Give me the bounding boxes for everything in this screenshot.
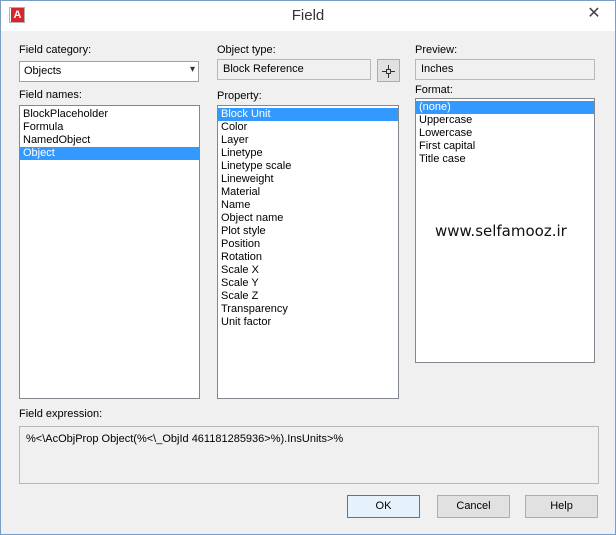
list-item[interactable]: NamedObject: [20, 134, 199, 147]
list-item[interactable]: BlockPlaceholder: [20, 108, 199, 121]
list-item[interactable]: Object name: [218, 212, 398, 225]
list-item[interactable]: (none): [416, 101, 594, 114]
list-item[interactable]: Formula: [20, 121, 199, 134]
preview-label: Preview:: [415, 44, 458, 56]
list-item[interactable]: Transparency: [218, 303, 398, 316]
list-item[interactable]: Color: [218, 121, 398, 134]
field-expression-box[interactable]: %<\AcObjProp Object(%<\_ObjId 4611812859…: [19, 426, 599, 484]
list-item[interactable]: Scale X: [218, 264, 398, 277]
list-item[interactable]: Rotation: [218, 251, 398, 264]
format-label: Format:: [415, 84, 453, 96]
list-item[interactable]: Scale Z: [218, 290, 398, 303]
chevron-down-icon: ▾: [189, 64, 195, 75]
list-item[interactable]: Linetype scale: [218, 160, 398, 173]
crosshair-icon: [382, 63, 395, 79]
list-item[interactable]: Title case: [416, 153, 594, 166]
list-item[interactable]: Position: [218, 238, 398, 251]
list-item[interactable]: Linetype: [218, 147, 398, 160]
list-item[interactable]: First capital: [416, 140, 594, 153]
property-list[interactable]: Block Unit Color Layer Linetype Linetype sca…: [217, 105, 399, 399]
cancel-button[interactable]: Cancel: [437, 495, 510, 518]
field-expression-label: Field expression:: [19, 408, 103, 420]
field-category-dropdown[interactable]: Objects ▾: [19, 61, 199, 82]
object-type-label: Object type:: [217, 44, 276, 56]
list-item[interactable]: Unit factor: [218, 316, 398, 329]
preview-field: Inches: [415, 59, 595, 80]
list-item[interactable]: Layer: [218, 134, 398, 147]
window-title: Field: [291, 7, 325, 24]
list-item[interactable]: Name: [218, 199, 398, 212]
list-item[interactable]: Material: [218, 186, 398, 199]
list-item[interactable]: Lineweight: [218, 173, 398, 186]
field-dialog: A Field ✕ Field category: Objects ▾ Fiel…: [0, 0, 616, 535]
field-names-list[interactable]: BlockPlaceholder Formula NamedObject Object: [19, 105, 200, 399]
field-category-label: Field category:: [19, 44, 92, 56]
field-category-value: Objects: [24, 65, 62, 77]
list-item[interactable]: Uppercase: [416, 114, 594, 127]
field-names-label: Field names:: [19, 89, 82, 101]
list-item[interactable]: Scale Y: [218, 277, 398, 290]
list-item[interactable]: Object: [20, 147, 199, 160]
close-button[interactable]: ✕: [583, 4, 605, 24]
property-label: Property:: [217, 90, 262, 102]
select-object-button[interactable]: [377, 59, 400, 82]
list-item[interactable]: Plot style: [218, 225, 398, 238]
list-item[interactable]: Block Unit: [218, 108, 398, 121]
help-button[interactable]: Help: [525, 495, 598, 518]
object-type-field: Block Reference: [217, 59, 371, 80]
list-item[interactable]: Lowercase: [416, 127, 594, 140]
title-bar: A Field ✕: [1, 1, 615, 31]
watermark-text: www.selfamooz.ir: [435, 222, 567, 240]
ok-button[interactable]: OK: [347, 495, 420, 518]
